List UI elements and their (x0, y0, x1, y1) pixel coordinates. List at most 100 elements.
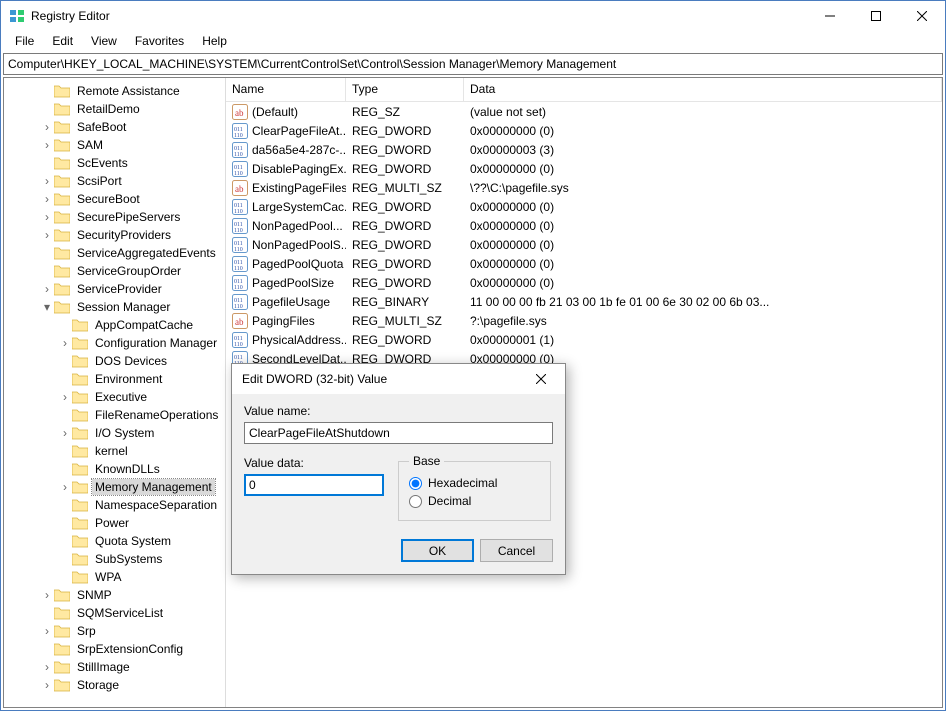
dialog-titlebar[interactable]: Edit DWORD (32-bit) Value (232, 364, 565, 394)
chevron-right-icon[interactable]: › (58, 480, 72, 494)
value-type-cell: REG_DWORD (346, 161, 464, 177)
value-data-cell: 0x00000000 (0) (464, 161, 942, 177)
value-name-text: ClearPageFileAt... (252, 124, 346, 138)
svg-text:110: 110 (234, 152, 243, 158)
tree-item[interactable]: ›Configuration Manager (4, 334, 225, 352)
chevron-right-icon[interactable]: › (40, 588, 54, 602)
value-name-cell: 011110PagedPoolSize (226, 274, 346, 292)
chevron-right-icon[interactable]: › (40, 174, 54, 188)
value-row[interactable]: abPagingFilesREG_MULTI_SZ?:\pagefile.sys (226, 311, 942, 330)
chevron-down-icon[interactable]: ▾ (40, 300, 54, 314)
value-row[interactable]: 011110da56a5e4-287c-...REG_DWORD0x000000… (226, 140, 942, 159)
value-row[interactable]: 011110PagedPoolQuotaREG_DWORD0x00000000 … (226, 254, 942, 273)
radio-decimal-input[interactable] (409, 495, 422, 508)
close-button[interactable] (899, 1, 945, 31)
value-row[interactable]: 011110PagefileUsageREG_BINARY11 00 00 00… (226, 292, 942, 311)
tree-item[interactable]: ›ScsiPort (4, 172, 225, 190)
column-type[interactable]: Type (346, 78, 464, 101)
chevron-right-icon[interactable]: › (58, 426, 72, 440)
tree-item-label: Remote Assistance (74, 83, 183, 99)
value-row[interactable]: 011110LargeSystemCac...REG_DWORD0x000000… (226, 197, 942, 216)
chevron-right-icon[interactable]: › (58, 390, 72, 404)
tree-item[interactable]: ›SecureBoot (4, 190, 225, 208)
value-row[interactable]: 011110DisablePagingEx...REG_DWORD0x00000… (226, 159, 942, 178)
minimize-button[interactable] (807, 1, 853, 31)
tree-item[interactable]: KnownDLLs (4, 460, 225, 478)
tree-item[interactable]: ›Executive (4, 388, 225, 406)
chevron-right-icon[interactable]: › (40, 210, 54, 224)
column-data[interactable]: Data (464, 78, 942, 101)
tree-item[interactable]: Remote Assistance (4, 82, 225, 100)
cancel-button[interactable]: Cancel (480, 539, 553, 562)
chevron-right-icon[interactable]: › (40, 678, 54, 692)
radio-hexadecimal[interactable]: Hexadecimal (409, 476, 540, 490)
folder-icon (54, 246, 70, 260)
value-row[interactable]: 011110NonPagedPoolS...REG_DWORD0x0000000… (226, 235, 942, 254)
tree-item[interactable]: SQMServiceList (4, 604, 225, 622)
chevron-right-icon[interactable]: › (40, 624, 54, 638)
tree-item[interactable]: DOS Devices (4, 352, 225, 370)
tree-item[interactable]: RetailDemo (4, 100, 225, 118)
string-value-icon: ab (232, 313, 248, 329)
menu-help[interactable]: Help (194, 32, 235, 50)
tree-item[interactable]: ›I/O System (4, 424, 225, 442)
value-row[interactable]: 011110NonPagedPool...REG_DWORD0x00000000… (226, 216, 942, 235)
tree-item[interactable]: Environment (4, 370, 225, 388)
tree-item[interactable]: ›Srp (4, 622, 225, 640)
maximize-button[interactable] (853, 1, 899, 31)
folder-icon (72, 462, 88, 476)
value-row[interactable]: abExistingPageFilesREG_MULTI_SZ\??\C:\pa… (226, 178, 942, 197)
address-bar[interactable]: Computer\HKEY_LOCAL_MACHINE\SYSTEM\Curre… (3, 53, 943, 75)
value-row[interactable]: ab(Default)REG_SZ(value not set) (226, 102, 942, 121)
menu-edit[interactable]: Edit (44, 32, 81, 50)
binary-value-icon: 011110 (232, 161, 248, 177)
tree-item[interactable]: NamespaceSeparation (4, 496, 225, 514)
svg-text:ab: ab (235, 108, 244, 118)
tree-item[interactable]: Power (4, 514, 225, 532)
tree-item[interactable]: ›SAM (4, 136, 225, 154)
radio-decimal[interactable]: Decimal (409, 494, 540, 508)
chevron-right-icon[interactable]: › (40, 192, 54, 206)
tree-item[interactable]: WPA (4, 568, 225, 586)
value-data-input[interactable] (244, 474, 384, 496)
menu-favorites[interactable]: Favorites (127, 32, 192, 50)
chevron-right-icon[interactable]: › (40, 282, 54, 296)
chevron-right-icon[interactable]: › (40, 228, 54, 242)
value-name-input[interactable] (244, 422, 553, 444)
tree-item[interactable]: SrpExtensionConfig (4, 640, 225, 658)
tree-item[interactable]: ›Memory Management (4, 478, 225, 496)
value-row[interactable]: 011110PhysicalAddress...REG_DWORD0x00000… (226, 330, 942, 349)
chevron-right-icon[interactable]: › (58, 336, 72, 350)
tree-item[interactable]: ServiceAggregatedEvents (4, 244, 225, 262)
value-row[interactable]: 011110ClearPageFileAt...REG_DWORD0x00000… (226, 121, 942, 140)
ok-button[interactable]: OK (401, 539, 474, 562)
tree-item[interactable]: ›Storage (4, 676, 225, 694)
tree-item[interactable]: Quota System (4, 532, 225, 550)
tree-pane[interactable]: Remote AssistanceRetailDemo›SafeBoot›SAM… (4, 78, 226, 707)
tree-item[interactable]: ›SecurePipeServers (4, 208, 225, 226)
tree-item[interactable]: ›SafeBoot (4, 118, 225, 136)
tree-item[interactable]: ›ServiceProvider (4, 280, 225, 298)
menu-file[interactable]: File (7, 32, 42, 50)
tree-item[interactable]: FileRenameOperations (4, 406, 225, 424)
tree-item[interactable]: ServiceGroupOrder (4, 262, 225, 280)
svg-text:110: 110 (234, 209, 243, 215)
menu-view[interactable]: View (83, 32, 125, 50)
chevron-right-icon[interactable]: › (40, 660, 54, 674)
value-row[interactable]: 011110PagedPoolSizeREG_DWORD0x00000000 (… (226, 273, 942, 292)
column-name[interactable]: Name (226, 78, 346, 101)
dialog-close-button[interactable] (521, 365, 561, 393)
tree-item[interactable]: AppCompatCache (4, 316, 225, 334)
tree-item-label: StillImage (74, 659, 133, 675)
tree-item[interactable]: SubSystems (4, 550, 225, 568)
radio-hexadecimal-input[interactable] (409, 477, 422, 490)
tree-item[interactable]: ▾Session Manager (4, 298, 225, 316)
tree-item[interactable]: ScEvents (4, 154, 225, 172)
tree-item[interactable]: ›SNMP (4, 586, 225, 604)
value-name-cell: 011110PhysicalAddress... (226, 331, 346, 349)
tree-item[interactable]: kernel (4, 442, 225, 460)
chevron-right-icon[interactable]: › (40, 120, 54, 134)
tree-item[interactable]: ›SecurityProviders (4, 226, 225, 244)
chevron-right-icon[interactable]: › (40, 138, 54, 152)
tree-item[interactable]: › StillImage (4, 658, 225, 676)
